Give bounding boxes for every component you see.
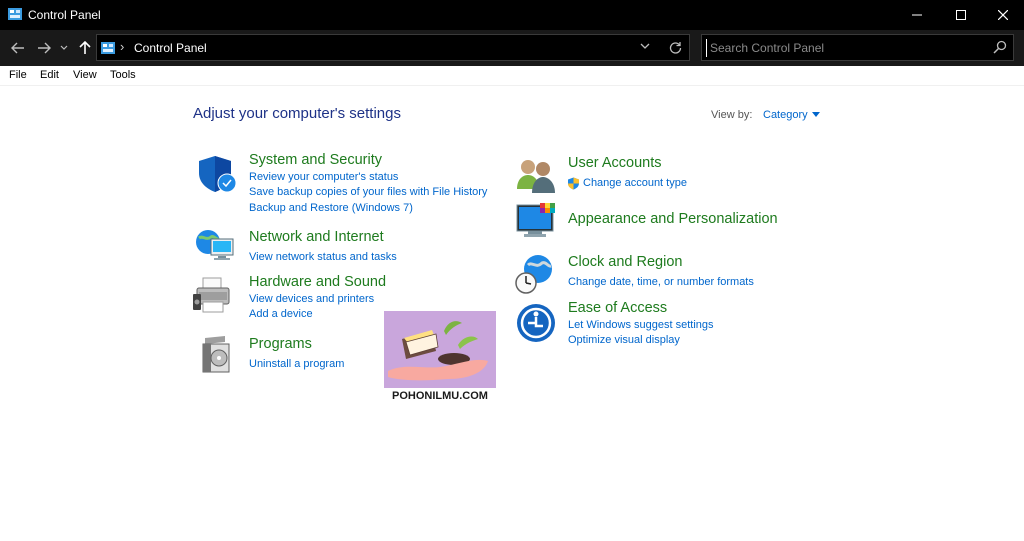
menu-file[interactable]: File xyxy=(9,69,27,81)
recent-locations-button[interactable] xyxy=(57,38,71,58)
search-input[interactable] xyxy=(706,39,986,57)
chevron-down-icon[interactable] xyxy=(640,42,650,50)
category-network-and-internet[interactable]: Network and Internet xyxy=(249,229,384,245)
up-button[interactable] xyxy=(75,38,95,58)
category-appearance-and-personalization[interactable]: Appearance and Personalization xyxy=(568,211,778,227)
link-review-status[interactable]: Review your computer's status xyxy=(249,171,398,183)
menu-tools[interactable]: Tools xyxy=(110,69,136,81)
link-date-time-formats[interactable]: Change date, time, or number formats xyxy=(568,276,754,288)
network-globe-icon[interactable] xyxy=(193,225,235,267)
page-title: Adjust your computer's settings xyxy=(193,105,401,122)
maximize-button[interactable] xyxy=(938,0,984,30)
link-file-history[interactable]: Save backup copies of your files with Fi… xyxy=(249,186,487,198)
uac-shield-icon xyxy=(568,177,579,190)
printer-icon[interactable] xyxy=(193,274,235,316)
up-arrow-icon xyxy=(79,41,91,54)
breadcrumb-control-panel[interactable]: Control Panel xyxy=(134,41,207,55)
window-title: Control Panel xyxy=(28,8,101,22)
address-bar-row: › Control Panel xyxy=(0,30,1024,66)
minimize-button[interactable] xyxy=(894,0,940,30)
watermark-logo: POHONILMU.COM xyxy=(384,311,496,404)
breadcrumb-separator: › xyxy=(120,39,125,54)
link-add-device[interactable]: Add a device xyxy=(249,308,313,320)
category-programs[interactable]: Programs xyxy=(249,336,312,352)
forward-button[interactable] xyxy=(34,38,54,58)
appearance-icon[interactable] xyxy=(516,201,558,243)
menu-edit[interactable]: Edit xyxy=(40,69,59,81)
forward-arrow-icon xyxy=(38,42,51,54)
chevron-down-icon xyxy=(60,45,68,50)
view-by-dropdown[interactable]: Category xyxy=(763,109,808,121)
ease-of-access-icon[interactable] xyxy=(515,302,557,344)
title-bar: Control Panel xyxy=(0,0,1024,30)
view-by-label: View by: xyxy=(711,109,753,121)
address-bar[interactable]: › Control Panel xyxy=(96,34,690,61)
category-hardware-and-sound[interactable]: Hardware and Sound xyxy=(249,274,386,290)
menu-bar: File Edit View Tools xyxy=(0,66,1024,86)
control-panel-icon xyxy=(101,42,115,54)
link-windows-suggest-settings[interactable]: Let Windows suggest settings xyxy=(568,319,714,331)
category-system-and-security[interactable]: System and Security xyxy=(249,152,382,168)
link-change-account-type[interactable]: Change account type xyxy=(583,177,687,189)
link-network-status[interactable]: View network status and tasks xyxy=(249,251,397,263)
caret-down-icon[interactable] xyxy=(812,112,820,117)
refresh-icon[interactable] xyxy=(669,41,682,54)
link-devices-printers[interactable]: View devices and printers xyxy=(249,293,374,305)
watermark-text: POHONILMU.COM xyxy=(384,388,496,404)
menu-view[interactable]: View xyxy=(73,69,97,81)
shield-icon[interactable] xyxy=(195,153,237,195)
search-icon[interactable] xyxy=(993,40,1007,54)
close-button[interactable] xyxy=(980,0,1024,30)
user-accounts-icon[interactable] xyxy=(515,155,557,197)
link-uninstall-program[interactable]: Uninstall a program xyxy=(249,358,344,370)
category-ease-of-access[interactable]: Ease of Access xyxy=(568,300,667,316)
category-user-accounts[interactable]: User Accounts xyxy=(568,155,662,171)
maximize-icon xyxy=(956,10,966,20)
programs-icon[interactable] xyxy=(197,334,239,376)
back-button[interactable] xyxy=(8,38,28,58)
control-panel-icon xyxy=(8,8,22,20)
clock-globe-icon[interactable] xyxy=(514,253,556,295)
link-backup-restore[interactable]: Backup and Restore (Windows 7) xyxy=(249,202,413,214)
link-optimize-visual-display[interactable]: Optimize visual display xyxy=(568,334,680,346)
close-icon xyxy=(998,10,1008,20)
minimize-icon xyxy=(912,14,922,16)
category-clock-and-region[interactable]: Clock and Region xyxy=(568,254,682,270)
back-arrow-icon xyxy=(11,42,24,54)
search-box[interactable] xyxy=(701,34,1014,61)
book-hand-plant-icon xyxy=(388,321,488,381)
